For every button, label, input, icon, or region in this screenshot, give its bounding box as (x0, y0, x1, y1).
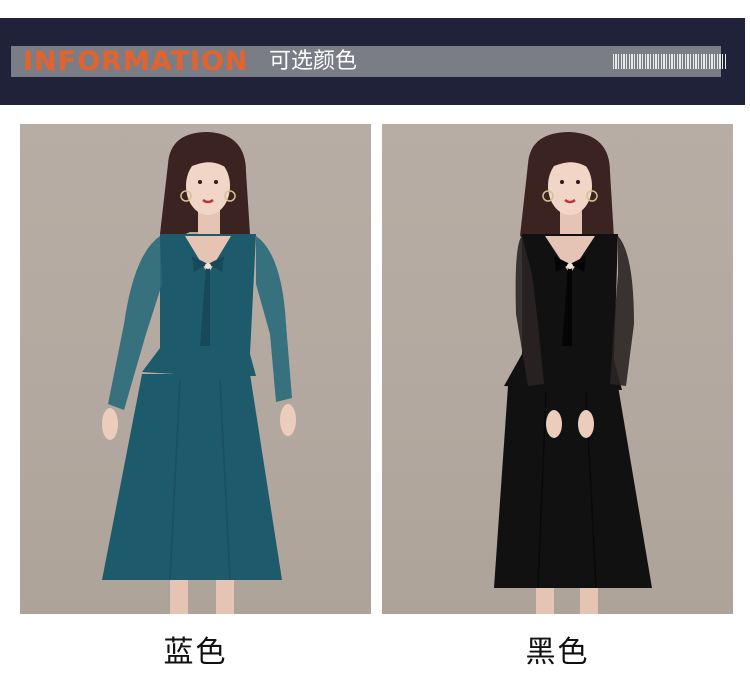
header-bar: INFORMATION 可选颜色 (11, 46, 727, 77)
model-figure-black (494, 132, 652, 614)
color-caption-black: 黑色 (525, 635, 590, 670)
barcode-decoration (613, 54, 727, 69)
header-title: INFORMATION (23, 46, 249, 77)
header-banner: INFORMATION 可选颜色 (0, 18, 745, 105)
header-subtitle: 可选颜色 (269, 49, 358, 74)
model-figure-blue (102, 132, 296, 614)
product-photo-blue[interactable] (20, 124, 371, 614)
color-caption-blue: 蓝色 (163, 635, 228, 670)
product-photo-black[interactable] (382, 124, 733, 614)
